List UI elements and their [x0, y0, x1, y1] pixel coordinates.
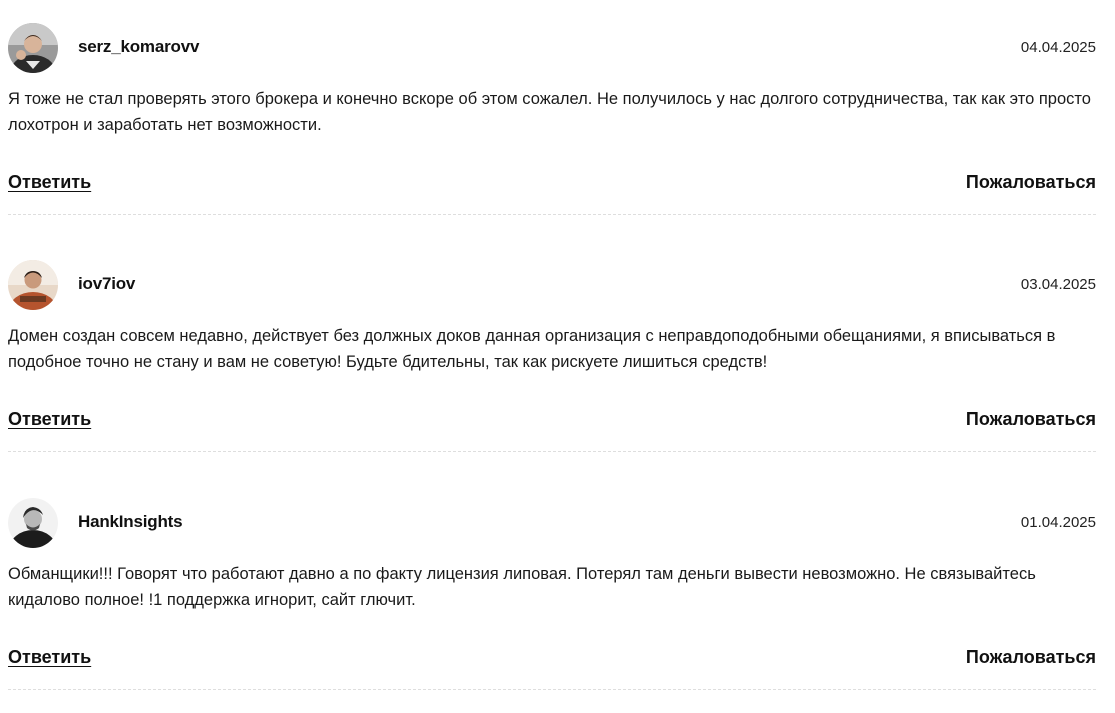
comment-text: Домен создан совсем недавно, действует б… [8, 327, 1056, 371]
report-link[interactable]: Пожаловаться [966, 172, 1096, 193]
comments-list: serz_komarovv 04.04.2025 Я тоже не стал … [0, 0, 1115, 695]
comment-item: iov7iov 03.04.2025 Домен создан совсем н… [8, 237, 1096, 475]
user-photo-icon [8, 23, 58, 73]
comment-header: iov7iov 03.04.2025 [8, 260, 1096, 310]
comment-text: Обманщики!!! Говорят что работают давно … [8, 565, 1036, 609]
comment-date: 01.04.2025 [1020, 514, 1096, 531]
comment-text: Я тоже не стал проверять этого брокера и… [8, 90, 1091, 134]
comment-author[interactable]: serz_komarovv [78, 37, 199, 57]
user-photo-icon [8, 498, 58, 548]
divider [8, 689, 1096, 690]
avatar[interactable] [8, 23, 58, 73]
comment-date: 03.04.2025 [1020, 276, 1096, 293]
report-link[interactable]: Пожаловаться [966, 647, 1096, 668]
avatar[interactable] [8, 498, 58, 548]
reply-link[interactable]: Ответить [8, 647, 91, 668]
comment-item: HankInsights 01.04.2025 Обманщики!!! Гов… [8, 475, 1096, 713]
comment-author[interactable]: iov7iov [78, 274, 135, 294]
comment-header: serz_komarovv 04.04.2025 [8, 23, 1096, 73]
reply-link[interactable]: Ответить [8, 172, 91, 193]
avatar[interactable] [8, 260, 58, 310]
user-photo-icon [8, 260, 58, 310]
comment-item: serz_komarovv 04.04.2025 Я тоже не стал … [8, 0, 1096, 238]
comment-header: HankInsights 01.04.2025 [8, 498, 1096, 548]
divider [8, 451, 1096, 452]
report-link[interactable]: Пожаловаться [966, 409, 1096, 430]
comment-author[interactable]: HankInsights [78, 512, 183, 532]
reply-link[interactable]: Ответить [8, 409, 91, 430]
divider [8, 214, 1096, 215]
comment-date: 04.04.2025 [1020, 39, 1096, 56]
